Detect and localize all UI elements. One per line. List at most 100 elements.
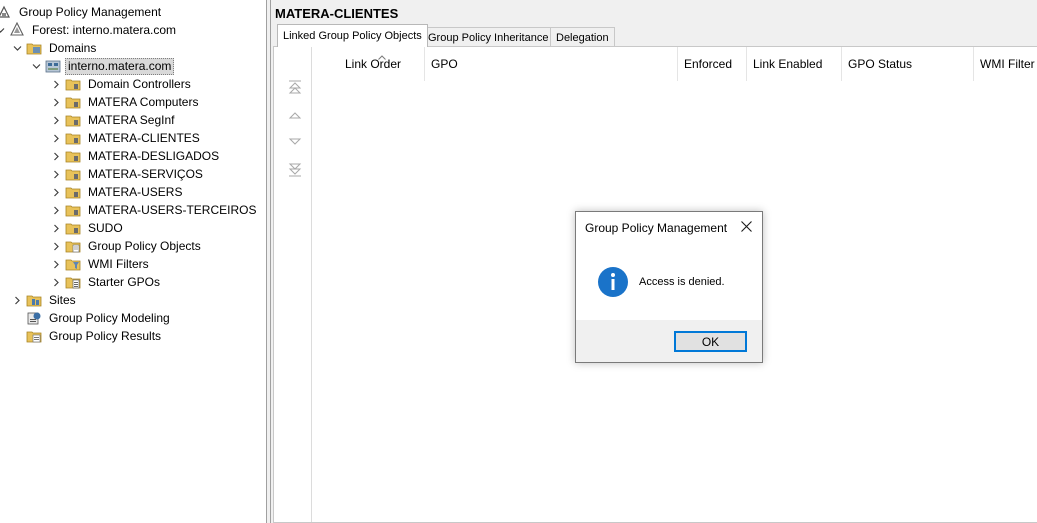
ou-folder-icon [65, 184, 81, 200]
tree-node-ou[interactable]: MATERA-CLIENTES [50, 129, 203, 147]
tree-sites-label: Sites [49, 292, 76, 307]
tree-node-domain[interactable]: interno.matera.com [30, 57, 175, 75]
console-tree: Group Policy Management Forest: interno.… [0, 0, 266, 523]
ou-folder-icon [65, 202, 81, 218]
column-header-gpo-status[interactable]: GPO Status [842, 47, 974, 81]
tree-results-label: Group Policy Results [49, 328, 162, 343]
tree-ou-label: Domain Controllers [88, 76, 191, 91]
tree-gpo-objects-label: Group Policy Objects [88, 238, 201, 253]
chevron-down-icon[interactable] [0, 21, 6, 39]
dialog-footer: OK [576, 320, 762, 362]
modeling-icon [26, 310, 42, 326]
tree-starter-gpos-label: Starter GPOs [88, 274, 161, 289]
column-label: Enforced [684, 57, 733, 71]
tree-node-wmi-filters[interactable]: WMI Filters [50, 255, 152, 273]
tree-modeling-label: Group Policy Modeling [49, 310, 170, 325]
move-to-top-icon[interactable] [287, 79, 303, 95]
tree-node-results[interactable]: Group Policy Results [26, 327, 164, 345]
ou-folder-icon [65, 94, 81, 110]
tree-ou-label: MATERA-DESLIGADOS [88, 148, 220, 163]
chevron-down-icon[interactable] [30, 57, 42, 75]
chevron-right-icon[interactable] [50, 183, 62, 201]
column-label: Link Order [345, 57, 402, 71]
move-down-icon[interactable] [287, 134, 303, 150]
chevron-right-icon[interactable] [50, 75, 62, 93]
tree-domains-label: Domains [49, 40, 97, 55]
tree-node-root[interactable]: Group Policy Management [0, 3, 164, 21]
domain-icon [45, 58, 61, 74]
gpo-folder-icon [65, 238, 81, 254]
column-label: GPO Status [848, 57, 913, 71]
tree-node-ou[interactable]: MATERA Computers [50, 93, 201, 111]
grid-header: Link Order GPO Enforced Link Enabled GPO… [313, 47, 1037, 81]
ou-folder-icon [65, 130, 81, 146]
dialog-message: Access is denied. [639, 276, 725, 288]
forest-icon [9, 22, 25, 38]
column-header-wmi-filter[interactable]: WMI Filter [974, 47, 1037, 81]
tree-node-modeling[interactable]: Group Policy Modeling [26, 309, 173, 327]
chevron-right-icon[interactable] [50, 219, 62, 237]
tab-linked-gpos[interactable]: Linked Group Policy Objects [277, 24, 428, 47]
chevron-right-icon[interactable] [50, 129, 62, 147]
gpm-icon [0, 4, 12, 20]
sort-ascending-icon [377, 49, 386, 63]
chevron-right-icon[interactable] [50, 255, 62, 273]
tree-node-starter-gpos[interactable]: Starter GPOs [50, 273, 163, 291]
tree-ou-label: MATERA-CLIENTES [88, 130, 200, 145]
column-header-enforced[interactable]: Enforced [678, 47, 747, 81]
column-header-link-enabled[interactable]: Link Enabled [747, 47, 842, 81]
ou-folder-icon [65, 166, 81, 182]
column-label: GPO [431, 57, 458, 71]
tree-wmi-filters-label: WMI Filters [88, 256, 149, 271]
chevron-right-icon[interactable] [50, 93, 62, 111]
tree-ou-label: MATERA-USERS-TERCEIROS [88, 202, 257, 217]
domains-folder-icon [26, 40, 42, 56]
tree-ou-label: MATERA-SERVIÇOS [88, 166, 203, 181]
chevron-right-icon[interactable] [50, 273, 62, 291]
tree-node-ou[interactable]: SUDO [50, 219, 126, 237]
close-icon[interactable] [738, 218, 754, 234]
ou-folder-icon [65, 148, 81, 164]
column-header-link-order[interactable]: Link Order [339, 47, 425, 81]
tree-node-gpo-objects[interactable]: Group Policy Objects [50, 237, 204, 255]
column-header-gpo[interactable]: GPO [425, 47, 678, 81]
results-icon [26, 328, 42, 344]
tree-domain-label: interno.matera.com [65, 57, 175, 75]
ou-folder-icon [65, 220, 81, 236]
tree-node-ou[interactable]: MATERA-USERS [50, 183, 185, 201]
chevron-right-icon[interactable] [50, 111, 62, 129]
tree-node-sites[interactable]: Sites [11, 291, 79, 309]
tree-node-ou[interactable]: MATERA-USERS-TERCEIROS [50, 201, 259, 219]
tree-forest-label: Forest: interno.matera.com [32, 22, 177, 37]
tree-node-ou[interactable]: MATERA SegInf [50, 111, 177, 129]
tree-node-forest[interactable]: Forest: interno.matera.com [0, 21, 179, 39]
tree-root-label: Group Policy Management [19, 4, 162, 19]
ok-button[interactable]: OK [674, 331, 747, 352]
chevron-down-icon[interactable] [11, 39, 23, 57]
ou-folder-icon [65, 76, 81, 92]
tab-gp-inheritance[interactable]: Group Policy Inheritance [422, 27, 555, 47]
chevron-right-icon[interactable] [50, 237, 62, 255]
chevron-right-icon[interactable] [50, 147, 62, 165]
tree-node-ou[interactable]: MATERA-SERVIÇOS [50, 165, 206, 183]
tree-ou-label: MATERA-USERS [88, 184, 183, 199]
tree-node-domains[interactable]: Domains [11, 39, 99, 57]
move-to-bottom-icon[interactable] [287, 162, 303, 178]
link-order-toolbar [274, 47, 312, 522]
starter-gpo-icon [65, 274, 81, 290]
chevron-right-icon[interactable] [50, 165, 62, 183]
column-label: Link Enabled [753, 57, 823, 71]
page-title: MATERA-CLIENTES [275, 6, 399, 21]
info-icon [597, 266, 629, 298]
ou-folder-icon [65, 112, 81, 128]
chevron-right-icon[interactable] [11, 291, 23, 309]
dialog-title: Group Policy Management [585, 221, 728, 235]
column-label: WMI Filter [980, 57, 1035, 71]
tree-ou-label: MATERA SegInf [88, 112, 175, 127]
move-up-icon[interactable] [287, 107, 303, 123]
tree-node-ou[interactable]: Domain Controllers [50, 75, 194, 93]
chevron-right-icon[interactable] [50, 201, 62, 219]
tab-delegation[interactable]: Delegation [550, 27, 615, 47]
tree-ou-label: SUDO [88, 220, 123, 235]
tree-node-ou[interactable]: MATERA-DESLIGADOS [50, 147, 222, 165]
